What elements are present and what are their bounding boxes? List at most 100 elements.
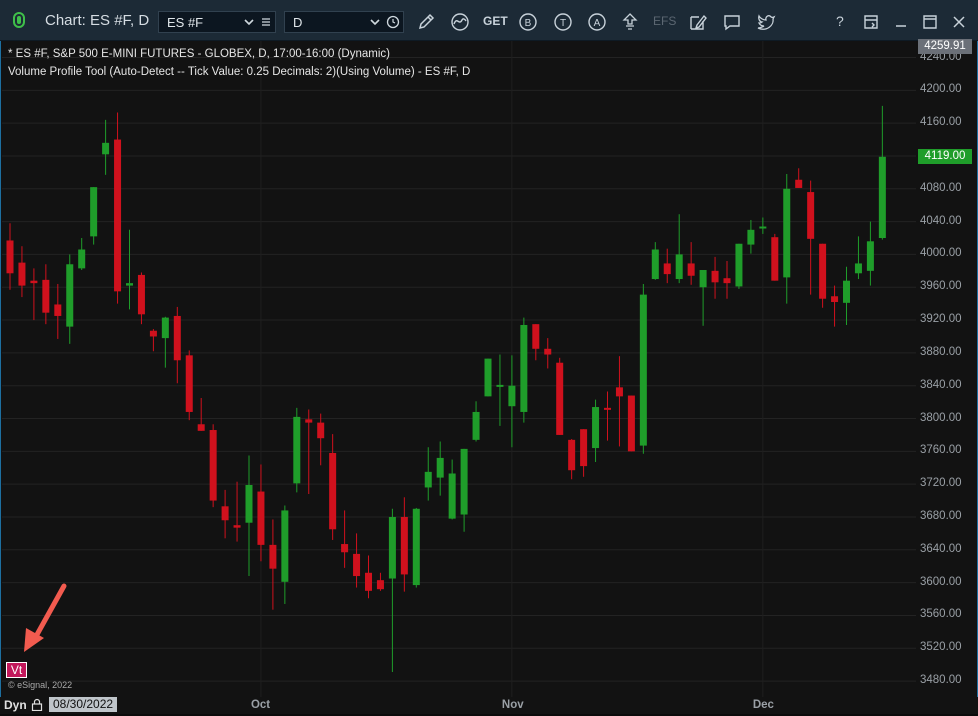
candle-body: [173, 315, 181, 361]
buy-button[interactable]: B: [516, 10, 540, 34]
chevron-down-icon[interactable]: [241, 13, 257, 31]
candle-body: [699, 270, 707, 288]
candle-body: [149, 330, 157, 337]
clock-icon[interactable]: [385, 13, 401, 31]
candle-body: [90, 187, 98, 237]
chart-plot-area[interactable]: [2, 41, 916, 697]
candle-body: [436, 457, 444, 478]
candle-body: [544, 348, 552, 355]
candle: [651, 242, 659, 280]
price-tick-label: 4040.00: [920, 214, 962, 227]
price-axis[interactable]: 4240.004200.004160.004120.004080.004040.…: [916, 41, 976, 697]
settings-arrows-icon[interactable]: [618, 10, 642, 34]
candle: [854, 236, 862, 280]
candle: [18, 246, 26, 298]
time-tick-label: Nov: [501, 699, 524, 711]
price-tick-label: 3560.00: [920, 608, 962, 621]
candle: [615, 356, 623, 447]
get-data-button[interactable]: GET: [483, 14, 508, 28]
candle-body: [114, 139, 122, 292]
candle: [376, 572, 384, 591]
candle-body: [687, 263, 695, 276]
dyn-label[interactable]: Dyn: [4, 698, 27, 712]
candle-body: [771, 237, 779, 281]
lock-icon[interactable]: [31, 698, 43, 712]
candle-body: [568, 439, 576, 471]
edit-note-icon[interactable]: [686, 10, 710, 34]
price-tick-label: 3760.00: [920, 444, 962, 457]
candle: [353, 533, 361, 588]
red-arrow-annotation: [24, 583, 67, 652]
candle: [424, 447, 432, 501]
trade-button-label: T: [560, 18, 566, 29]
candle-body: [759, 226, 767, 229]
maximize-icon[interactable]: [918, 10, 942, 34]
close-icon[interactable]: [947, 10, 971, 34]
candle-body: [866, 241, 874, 271]
candle-body: [341, 544, 349, 553]
chat-bubble-icon[interactable]: [720, 10, 744, 34]
last-price-tag: 4119.00: [918, 148, 972, 164]
candle: [687, 242, 695, 285]
candle-body: [30, 280, 38, 284]
candle-body: [580, 429, 588, 467]
candle: [866, 221, 874, 286]
candle-body: [615, 387, 623, 397]
candle-body: [329, 452, 337, 530]
candle: [400, 497, 408, 592]
efs-button[interactable]: EFS: [653, 14, 676, 28]
candle: [269, 519, 277, 610]
candle-body: [400, 516, 408, 575]
alert-button[interactable]: A: [585, 10, 609, 34]
candle-body: [496, 384, 504, 387]
candle: [532, 324, 540, 361]
candle-body: [807, 192, 815, 239]
candle-body: [185, 355, 193, 412]
candle: [412, 507, 420, 588]
candle-body: [126, 283, 133, 286]
candle-body: [137, 274, 145, 315]
link-indicator-icon[interactable]: [12, 12, 26, 28]
save-page-icon[interactable]: [859, 10, 883, 34]
candle: [795, 168, 803, 188]
symbol-value: ES #F: [167, 15, 204, 30]
buy-button-label: B: [525, 18, 532, 29]
chevron-down-icon[interactable]: [367, 13, 383, 31]
trade-button[interactable]: T: [551, 10, 575, 34]
candle: [448, 459, 456, 520]
candle-body: [221, 506, 229, 521]
candle-body: [448, 473, 456, 519]
list-menu-icon[interactable]: [258, 13, 274, 31]
candle: [436, 441, 444, 496]
candle: [42, 264, 50, 325]
pencil-draw-icon[interactable]: [414, 10, 438, 34]
candle: [735, 243, 743, 289]
candle-body: [819, 243, 827, 299]
candle-body: [6, 240, 14, 274]
candle-body: [233, 525, 241, 528]
window-title: Chart: ES #F, D: [45, 12, 150, 29]
interval-combo[interactable]: D: [284, 11, 404, 33]
time-axis[interactable]: Dyn 08/30/2022 Oct Nov Dec: [0, 697, 978, 714]
price-tick-label: 3680.00: [920, 509, 962, 522]
symbol-combo[interactable]: ES #F: [158, 11, 276, 33]
candle-body: [257, 491, 265, 545]
candle-body: [424, 471, 432, 488]
candle: [114, 112, 122, 304]
cursor-date: 08/30/2022: [49, 697, 118, 712]
candle-body: [783, 188, 791, 278]
candle: [161, 316, 169, 368]
candle-body: [747, 229, 755, 245]
minimize-icon[interactable]: [889, 10, 913, 34]
study-wave-icon[interactable]: [448, 10, 472, 34]
candle: [78, 238, 86, 271]
price-tick-label: 3880.00: [920, 345, 962, 358]
candle: [556, 357, 564, 435]
twitter-icon[interactable]: [754, 10, 778, 34]
candle: [592, 399, 600, 463]
candle-body: [66, 264, 74, 327]
candle-body: [388, 516, 396, 579]
vt-badge[interactable]: Vt: [6, 662, 27, 678]
help-button[interactable]: ?: [836, 13, 844, 29]
candle: [568, 439, 576, 480]
